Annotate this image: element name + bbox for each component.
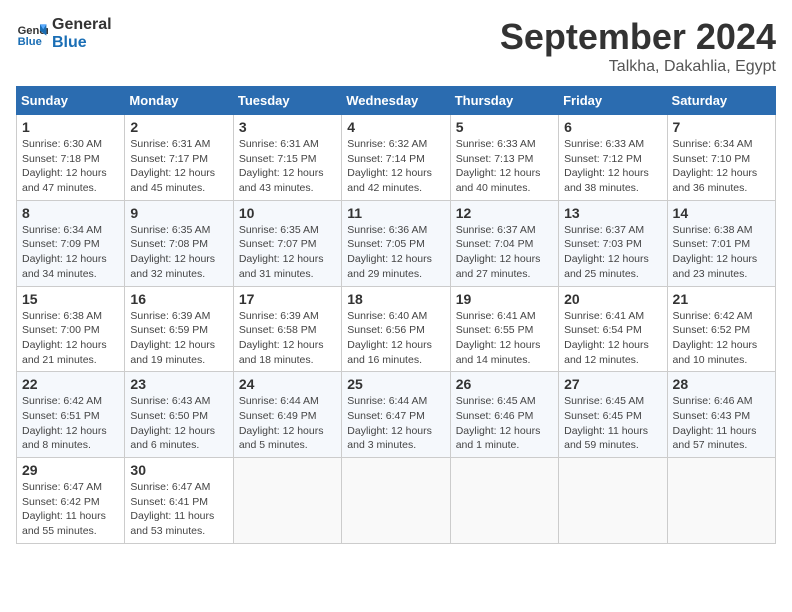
calendar-week-2: 8Sunrise: 6:34 AM Sunset: 7:09 PM Daylig…	[17, 200, 776, 286]
table-row: 17Sunrise: 6:39 AM Sunset: 6:58 PM Dayli…	[233, 286, 341, 372]
table-row: 10Sunrise: 6:35 AM Sunset: 7:07 PM Dayli…	[233, 200, 341, 286]
calendar-week-3: 15Sunrise: 6:38 AM Sunset: 7:00 PM Dayli…	[17, 286, 776, 372]
logo: General Blue General Blue	[16, 16, 112, 51]
table-row: 26Sunrise: 6:45 AM Sunset: 6:46 PM Dayli…	[450, 372, 558, 458]
table-row: 11Sunrise: 6:36 AM Sunset: 7:05 PM Dayli…	[342, 200, 450, 286]
table-row: 6Sunrise: 6:33 AM Sunset: 7:12 PM Daylig…	[559, 115, 667, 201]
logo-line1: General	[52, 16, 112, 34]
header-row: SundayMondayTuesdayWednesdayThursdayFrid…	[17, 87, 776, 115]
table-row: 9Sunrise: 6:35 AM Sunset: 7:08 PM Daylig…	[125, 200, 233, 286]
table-row: 21Sunrise: 6:42 AM Sunset: 6:52 PM Dayli…	[667, 286, 775, 372]
table-row: 15Sunrise: 6:38 AM Sunset: 7:00 PM Dayli…	[17, 286, 125, 372]
table-row: 3Sunrise: 6:31 AM Sunset: 7:15 PM Daylig…	[233, 115, 341, 201]
table-row: 1Sunrise: 6:30 AM Sunset: 7:18 PM Daylig…	[17, 115, 125, 201]
table-row: 5Sunrise: 6:33 AM Sunset: 7:13 PM Daylig…	[450, 115, 558, 201]
table-row: 24Sunrise: 6:44 AM Sunset: 6:49 PM Dayli…	[233, 372, 341, 458]
logo-icon: General Blue	[16, 18, 48, 50]
calendar-table: SundayMondayTuesdayWednesdayThursdayFrid…	[16, 86, 776, 544]
table-row	[450, 458, 558, 544]
table-row: 30Sunrise: 6:47 AM Sunset: 6:41 PM Dayli…	[125, 458, 233, 544]
table-row: 12Sunrise: 6:37 AM Sunset: 7:04 PM Dayli…	[450, 200, 558, 286]
col-header-sunday: Sunday	[17, 87, 125, 115]
svg-text:Blue: Blue	[18, 36, 42, 48]
table-row: 19Sunrise: 6:41 AM Sunset: 6:55 PM Dayli…	[450, 286, 558, 372]
table-row: 16Sunrise: 6:39 AM Sunset: 6:59 PM Dayli…	[125, 286, 233, 372]
table-row	[559, 458, 667, 544]
table-row	[233, 458, 341, 544]
calendar-week-1: 1Sunrise: 6:30 AM Sunset: 7:18 PM Daylig…	[17, 115, 776, 201]
location-subtitle: Talkha, Dakahlia, Egypt	[500, 58, 776, 76]
col-header-thursday: Thursday	[450, 87, 558, 115]
title-area: September 2024 Talkha, Dakahlia, Egypt	[500, 16, 776, 76]
table-row: 22Sunrise: 6:42 AM Sunset: 6:51 PM Dayli…	[17, 372, 125, 458]
table-row	[667, 458, 775, 544]
table-row: 29Sunrise: 6:47 AM Sunset: 6:42 PM Dayli…	[17, 458, 125, 544]
calendar-week-4: 22Sunrise: 6:42 AM Sunset: 6:51 PM Dayli…	[17, 372, 776, 458]
col-header-wednesday: Wednesday	[342, 87, 450, 115]
table-row: 13Sunrise: 6:37 AM Sunset: 7:03 PM Dayli…	[559, 200, 667, 286]
col-header-monday: Monday	[125, 87, 233, 115]
table-row: 27Sunrise: 6:45 AM Sunset: 6:45 PM Dayli…	[559, 372, 667, 458]
table-row: 25Sunrise: 6:44 AM Sunset: 6:47 PM Dayli…	[342, 372, 450, 458]
month-title: September 2024	[500, 16, 776, 58]
table-row: 18Sunrise: 6:40 AM Sunset: 6:56 PM Dayli…	[342, 286, 450, 372]
table-row: 20Sunrise: 6:41 AM Sunset: 6:54 PM Dayli…	[559, 286, 667, 372]
table-row: 28Sunrise: 6:46 AM Sunset: 6:43 PM Dayli…	[667, 372, 775, 458]
col-header-saturday: Saturday	[667, 87, 775, 115]
col-header-tuesday: Tuesday	[233, 87, 341, 115]
table-row: 23Sunrise: 6:43 AM Sunset: 6:50 PM Dayli…	[125, 372, 233, 458]
calendar-week-5: 29Sunrise: 6:47 AM Sunset: 6:42 PM Dayli…	[17, 458, 776, 544]
table-row: 4Sunrise: 6:32 AM Sunset: 7:14 PM Daylig…	[342, 115, 450, 201]
logo-line2: Blue	[52, 34, 112, 52]
page-header: General Blue General Blue September 2024…	[16, 16, 776, 76]
table-row: 7Sunrise: 6:34 AM Sunset: 7:10 PM Daylig…	[667, 115, 775, 201]
table-row: 2Sunrise: 6:31 AM Sunset: 7:17 PM Daylig…	[125, 115, 233, 201]
col-header-friday: Friday	[559, 87, 667, 115]
table-row	[342, 458, 450, 544]
table-row: 8Sunrise: 6:34 AM Sunset: 7:09 PM Daylig…	[17, 200, 125, 286]
table-row: 14Sunrise: 6:38 AM Sunset: 7:01 PM Dayli…	[667, 200, 775, 286]
